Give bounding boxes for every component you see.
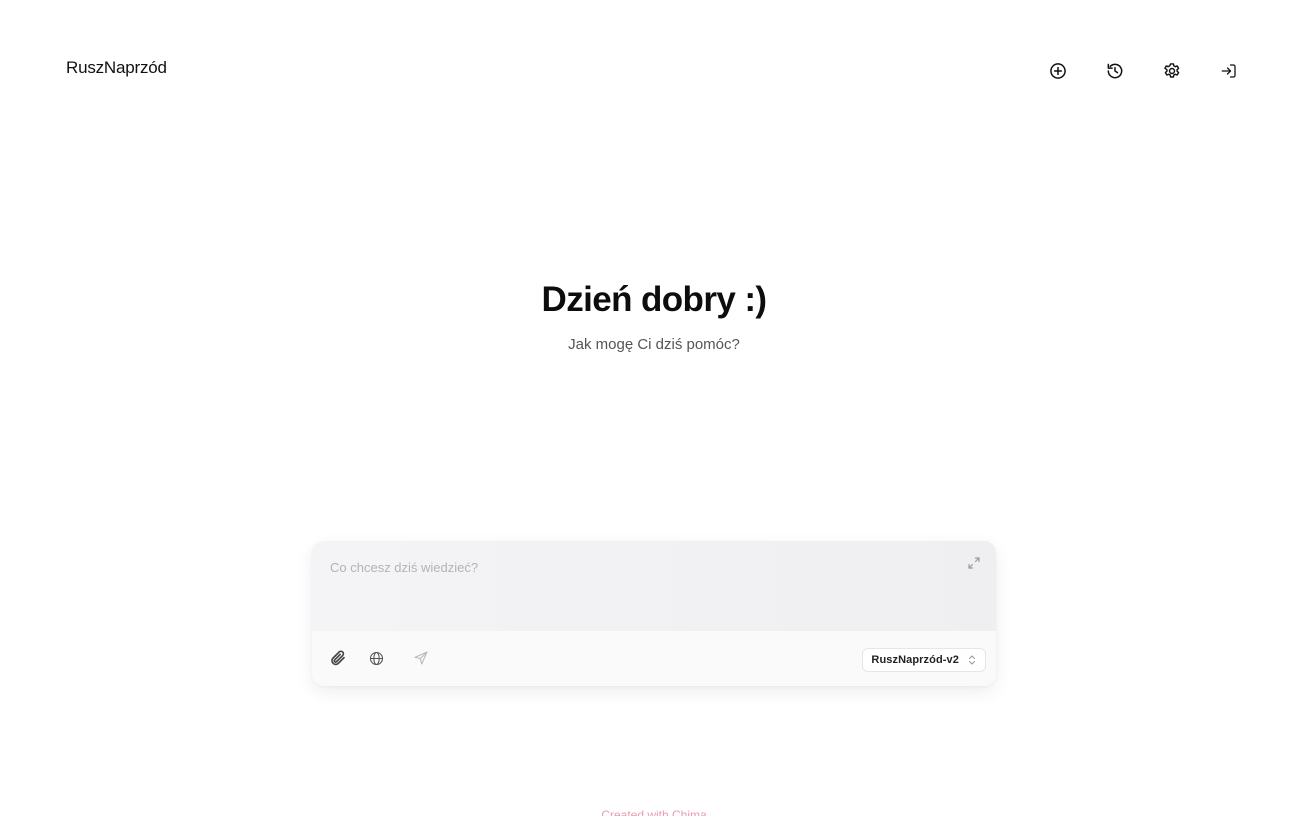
- globe-icon: [369, 651, 383, 665]
- login-icon: [1221, 64, 1236, 78]
- chat-composer: RuszNaprzód-v2: [312, 541, 996, 686]
- chevron-updown-icon: [968, 655, 976, 665]
- new-chat-button[interactable]: [1045, 58, 1071, 84]
- page: RuszNaprzód Dzień dobry:) Jak mogę Ci d…: [0, 0, 1308, 816]
- settings-button[interactable]: [1159, 58, 1185, 84]
- footer-credit[interactable]: Created with Chima: [0, 808, 1308, 816]
- greeting-title: Dzień dobry :): [541, 280, 768, 319]
- message-input[interactable]: [328, 559, 932, 576]
- history-button[interactable]: [1102, 58, 1128, 84]
- web-search-button[interactable]: [366, 648, 386, 668]
- expand-icon: [968, 557, 980, 569]
- paperclip-icon: [331, 650, 345, 666]
- greeting-subtitle: Jak mogę Ci dziś pomóc?: [568, 336, 740, 353]
- attach-button[interactable]: [328, 648, 348, 668]
- composer-input-area: [312, 541, 996, 631]
- send-icon: [414, 651, 428, 665]
- expand-button[interactable]: [966, 555, 982, 571]
- model-select[interactable]: RuszNaprzód-v2: [862, 648, 986, 672]
- model-select-label: RuszNaprzód-v2: [871, 654, 959, 666]
- top-actions: [1045, 58, 1242, 84]
- hero: Dzień dobry :) Jak mogę Ci dziś pomóc?: [0, 280, 1308, 353]
- gear-icon: [1164, 63, 1180, 78]
- history-icon: [1107, 63, 1123, 79]
- login-button[interactable]: [1216, 58, 1242, 84]
- send-button[interactable]: [411, 648, 431, 668]
- brand-logo[interactable]: RuszNaprzód: [66, 58, 167, 78]
- composer-toolbar: RuszNaprzód-v2: [312, 631, 996, 686]
- plus-circle-icon: [1050, 63, 1066, 79]
